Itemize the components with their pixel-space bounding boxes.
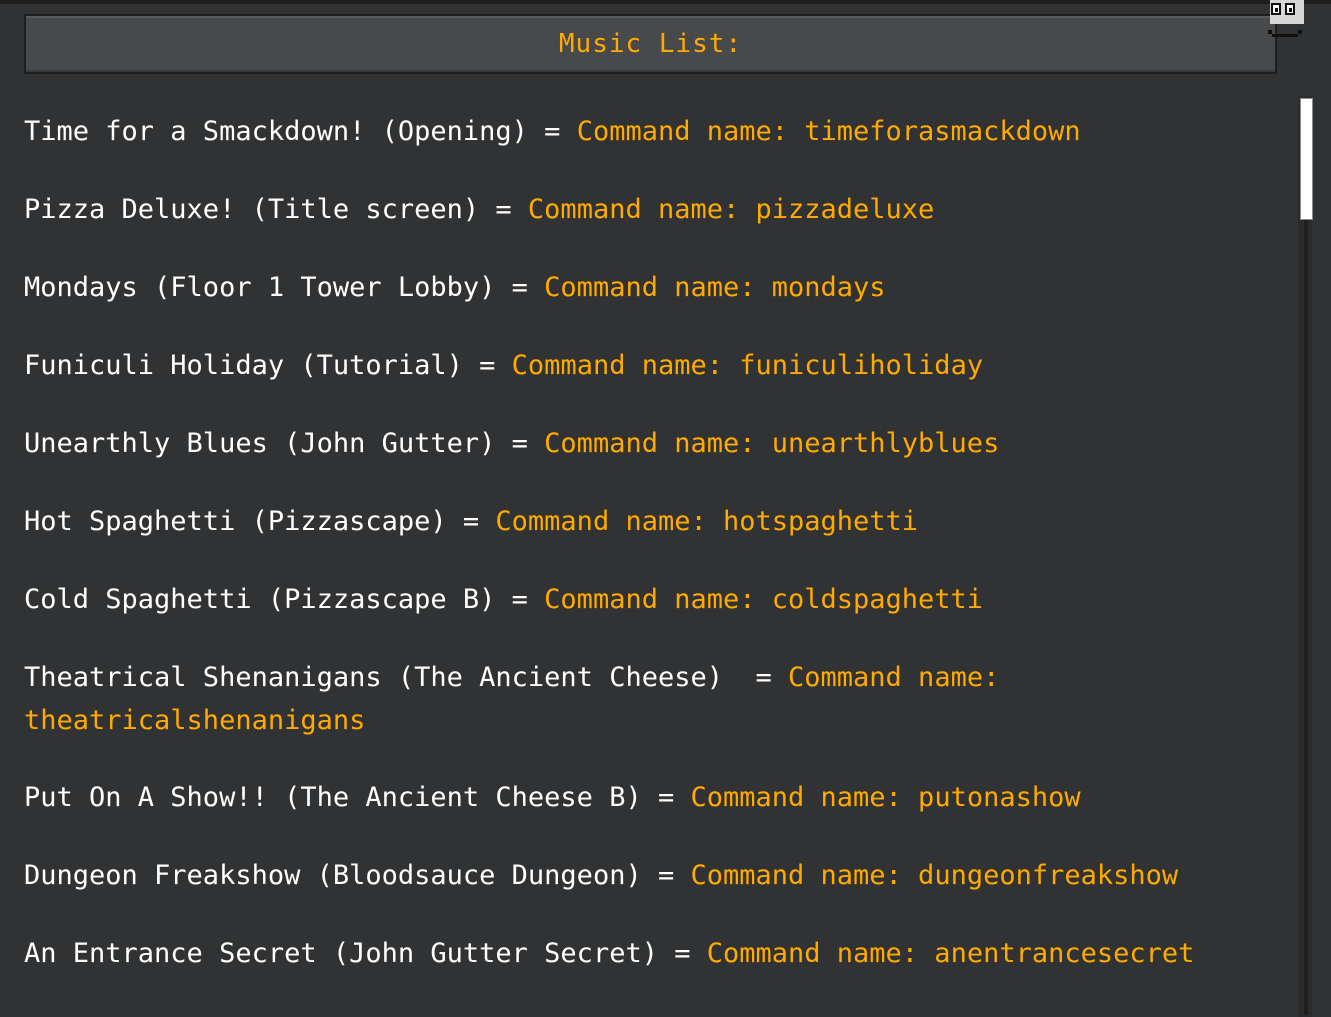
command-name: Command name: timeforasmackdown [576,116,1081,147]
track-name: Mondays (Floor 1 Tower Lobby) = [24,272,545,303]
command-name: Command name: [788,662,1000,693]
track-name: Pizza Deluxe! (Title screen) = [24,194,528,225]
scrollbar-rail [1304,220,1308,1015]
track-name: Cold Spaghetti (Pizzascape B) = [24,584,545,615]
track-name: Dungeon Freakshow (Bloodsauce Dungeon) = [24,860,691,891]
list-item: Funiculi Holiday (Tutorial) = Command na… [24,344,983,387]
track-name: Put On A Show!! (The Ancient Cheese B) = [24,782,691,813]
page-title: Music List: [558,29,743,59]
list-item: Cold Spaghetti (Pizzascape B) = Command … [24,578,983,621]
title-bar: Music List: [24,14,1277,74]
command-name: Command name: funiculiholiday [511,350,984,381]
command-name-continued: theatricalshenanigans [24,705,366,736]
command-name: Command name: hotspaghetti [495,506,919,537]
command-name: Command name: pizzadeluxe [527,194,935,225]
list-item-continuation: theatricalshenanigans [24,699,365,742]
command-name: Command name: unearthlyblues [544,428,1000,459]
list-item: Theatrical Shenanigans (The Ancient Chee… [24,656,999,699]
command-name: Command name: dungeonfreakshow [690,860,1179,891]
list-item: Unearthly Blues (John Gutter) = Command … [24,422,999,465]
track-name: Time for a Smackdown! (Opening) = [24,116,577,147]
scrollbar-thumb[interactable] [1300,98,1313,220]
list-item: Time for a Smackdown! (Opening) = Comman… [24,110,1081,153]
track-name: Hot Spaghetti (Pizzascape) = [24,506,496,537]
command-name: Command name: mondays [544,272,886,303]
character-face-icon [1268,0,1304,37]
command-name: Command name: coldspaghetti [544,584,984,615]
track-name: An Entrance Secret (John Gutter Secret) … [24,938,707,969]
list-item: Hot Spaghetti (Pizzascape) = Command nam… [24,500,918,543]
track-name: Funiculi Holiday (Tutorial) = [24,350,512,381]
list-item: Put On A Show!! (The Ancient Cheese B) =… [24,776,1081,819]
command-name: Command name: anentrancesecret [706,938,1195,969]
track-name: Theatrical Shenanigans (The Ancient Chee… [24,662,789,693]
list-item: Mondays (Floor 1 Tower Lobby) = Command … [24,266,886,309]
track-name: Unearthly Blues (John Gutter) = [24,428,545,459]
music-list-panel: Music List: Time for a Smackdown! (Openi… [0,4,1331,1017]
list-item: Pizza Deluxe! (Title screen) = Command n… [24,188,934,231]
list-item: Dungeon Freakshow (Bloodsauce Dungeon) =… [24,854,1178,897]
list-item: An Entrance Secret (John Gutter Secret) … [24,932,1194,975]
command-name: Command name: putonashow [690,782,1081,813]
